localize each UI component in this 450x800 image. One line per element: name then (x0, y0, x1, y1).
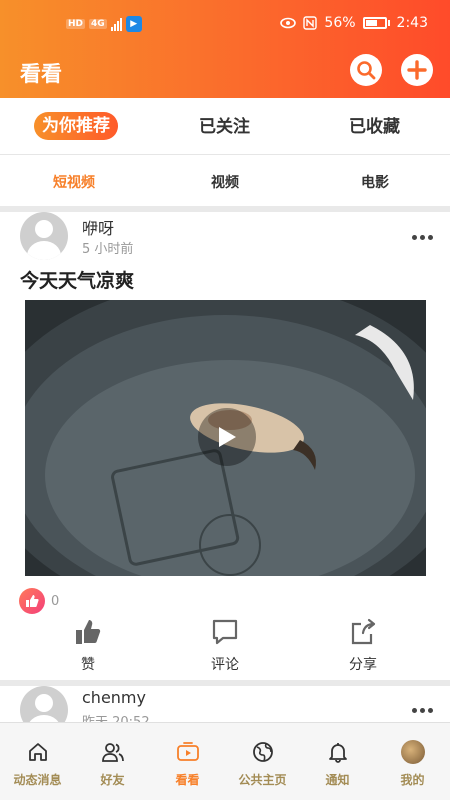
bell-icon (328, 743, 347, 763)
tab-favorites[interactable]: 已收藏 (349, 114, 400, 140)
network-type: 4G (89, 19, 107, 29)
nav-label: 公共主页 (238, 773, 287, 787)
battery-icon (362, 17, 387, 29)
status-right: 56% 2:43 (280, 15, 428, 31)
like-count: 0 (51, 593, 60, 609)
battery-percent: 56% (324, 15, 356, 31)
post-time: 昨天 20:52 (82, 711, 150, 722)
thumbs-up-badge-icon (19, 588, 45, 614)
eye-icon (280, 17, 297, 29)
play-icon (219, 427, 236, 447)
comment-button[interactable]: 评论 (185, 618, 265, 674)
tab-following[interactable]: 已关注 (199, 114, 250, 140)
share-label: 分享 (349, 657, 377, 673)
video-play-icon (176, 742, 199, 761)
page-title: 看看 (20, 62, 62, 86)
tab-movie[interactable]: 电影 (361, 172, 389, 192)
comment-label: 评论 (211, 657, 239, 673)
avatar-icon (400, 740, 425, 764)
avatar[interactable] (20, 212, 68, 260)
nav-label: 好友 (100, 773, 125, 787)
tab-recommended[interactable]: 为你推荐 (34, 112, 118, 140)
status-bar: HD 4G ▶ 56% 2:43 (0, 0, 450, 50)
hd-badge: HD (66, 19, 86, 29)
nav-label: 通知 (325, 773, 350, 787)
more-options-icon[interactable] (412, 708, 433, 713)
signal-icon (110, 17, 122, 31)
post-title: 今天天气凉爽 (20, 270, 135, 292)
add-button[interactable] (401, 54, 433, 86)
tab-video[interactable]: 视频 (211, 172, 239, 192)
nav-friends[interactable]: 好友 (75, 739, 150, 788)
like-summary: 0 (19, 588, 59, 614)
friends-icon (101, 743, 124, 762)
nav-profile[interactable]: 我的 (375, 739, 450, 788)
app-header: HD 4G ▶ 56% 2:43 看看 (0, 0, 450, 98)
like-button[interactable]: 赞 (48, 618, 128, 674)
nav-feed[interactable]: 动态消息 (0, 739, 75, 788)
like-label: 赞 (81, 657, 95, 673)
feed-post: chenmy 昨天 20:52 (0, 686, 450, 722)
bottom-navigation: 动态消息 好友 看看 公共主页 通知 我的 (0, 722, 450, 800)
post-time: 5 小时前 (82, 242, 134, 257)
more-options-icon[interactable] (412, 235, 433, 240)
plus-icon (407, 60, 427, 80)
home-icon (28, 743, 47, 761)
primary-tabs: 为你推荐 已关注 已收藏 (0, 98, 450, 155)
clock: 2:43 (396, 15, 428, 31)
thumbs-up-icon (76, 620, 101, 644)
status-left: HD 4G ▶ (66, 16, 142, 32)
nav-label: 我的 (400, 773, 425, 787)
search-icon (357, 61, 376, 80)
post-actions: 赞 评论 分享 (0, 618, 450, 680)
comment-icon (212, 619, 238, 645)
tab-short-video[interactable]: 短视频 (53, 172, 95, 192)
nav-label: 动态消息 (13, 773, 62, 787)
globe-icon (252, 742, 273, 762)
nav-public-page[interactable]: 公共主页 (225, 739, 300, 788)
nav-label: 看看 (175, 773, 200, 787)
search-button[interactable] (350, 54, 382, 86)
post-username[interactable]: 咿呀 (82, 215, 114, 239)
secondary-tabs: 短视频 视频 电影 (0, 155, 450, 206)
app-notification-icon: ▶ (125, 16, 142, 32)
post-username[interactable]: chenmy (82, 688, 146, 707)
share-icon (351, 618, 376, 645)
avatar[interactable] (20, 686, 68, 722)
nfc-icon (303, 16, 318, 30)
share-button[interactable]: 分享 (323, 618, 403, 674)
nav-watch[interactable]: 看看 (150, 739, 225, 788)
nav-notifications[interactable]: 通知 (300, 739, 375, 788)
play-button[interactable] (198, 408, 256, 466)
